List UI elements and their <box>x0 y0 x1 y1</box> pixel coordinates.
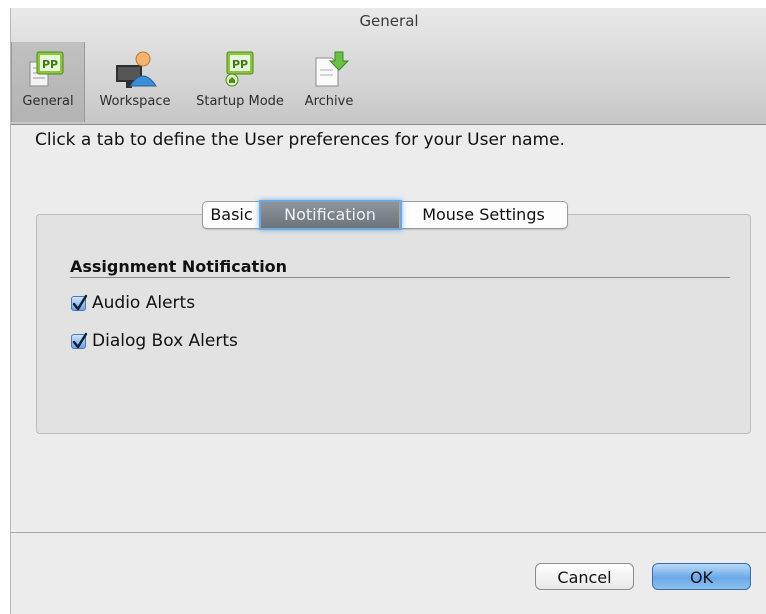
audio-alerts-checkbox[interactable] <box>71 294 88 311</box>
section-title: Assignment Notification <box>70 257 288 276</box>
workspace-user-icon <box>113 48 157 92</box>
audio-alerts-label: Audio Alerts <box>92 293 196 313</box>
instruction-text: Click a tab to define the User preferenc… <box>35 130 565 150</box>
window-title: General <box>359 12 419 30</box>
tab-bar: Basic Notification Mouse Settings <box>202 201 568 229</box>
checkmark-icon <box>72 294 88 310</box>
ok-button[interactable]: OK <box>652 563 751 590</box>
toolbar-item-startup-mode[interactable]: PP Startup Mode <box>186 42 294 122</box>
toolbar-item-label: Workspace <box>99 94 171 109</box>
svg-text:PP: PP <box>232 58 248 71</box>
toolbar-item-archive[interactable]: Archive <box>299 42 359 122</box>
toolbar-item-label: Archive <box>304 94 354 109</box>
dialog-box-alerts-label: Dialog Box Alerts <box>92 331 238 351</box>
cancel-button[interactable]: Cancel <box>535 563 634 590</box>
checkmark-icon <box>72 332 88 348</box>
toolbar-item-workspace[interactable]: Workspace <box>89 42 181 122</box>
footer-divider <box>11 532 766 533</box>
toolbar-item-general[interactable]: PP General <box>11 42 85 122</box>
dialog-box-alerts-option[interactable]: Dialog Box Alerts <box>71 330 238 352</box>
tab-basic[interactable]: Basic <box>203 202 261 228</box>
window-toolbar: General PP General Workspace PP Startup … <box>11 8 766 125</box>
section-divider <box>70 277 730 278</box>
archive-download-icon <box>307 48 351 92</box>
general-pp-icon: PP <box>26 48 70 92</box>
audio-alerts-option[interactable]: Audio Alerts <box>71 292 195 314</box>
tab-panel <box>36 214 751 434</box>
startup-pp-icon: PP <box>218 48 262 92</box>
toolbar-item-label: General <box>22 94 74 109</box>
toolbar-item-label: Startup Mode <box>196 94 284 109</box>
tab-notification[interactable]: Notification <box>261 202 400 228</box>
svg-text:PP: PP <box>42 58 58 71</box>
preferences-window: General PP General Workspace PP Startup … <box>10 8 766 614</box>
tab-mouse-settings[interactable]: Mouse Settings <box>400 202 567 228</box>
dialog-box-alerts-checkbox[interactable] <box>71 332 88 349</box>
